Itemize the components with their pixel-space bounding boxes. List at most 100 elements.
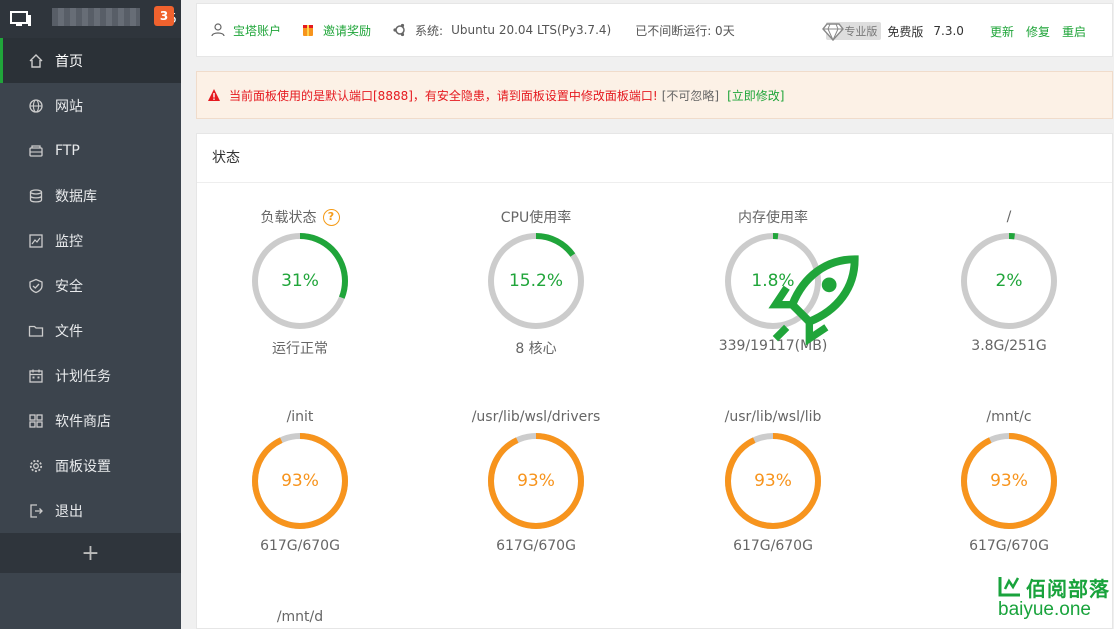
gauge-2: 内存使用率 1.8% 339/19117(MB)	[683, 208, 863, 354]
gauge-3: / 2% 3.8G/251G	[919, 208, 1099, 354]
gauge-label-text: /	[1006, 209, 1012, 225]
ubuntu-icon	[393, 23, 405, 37]
alert-ignore-note: [不可忽略]	[661, 88, 720, 103]
invite-label: 邀请奖励	[323, 23, 372, 38]
calendar-icon	[28, 368, 44, 384]
sidebar-item-label: 数据库	[55, 188, 97, 205]
gift-icon	[303, 25, 314, 36]
sidebar-item-label: 软件商店	[55, 413, 111, 430]
gauge-label: /mnt/d	[210, 608, 390, 626]
gauge-percent: 15.2%	[508, 271, 563, 291]
security-alert: 当前面板使用的是默认端口[8888]，有安全隐患，请到面板设置中修改面板端口! …	[196, 71, 1113, 119]
sidebar-item-5[interactable]: 安全	[0, 263, 181, 308]
sidebar-item-0[interactable]: 首页	[0, 38, 181, 83]
gauge-ring[interactable]: 1.8%	[722, 230, 859, 346]
shield-icon	[28, 278, 44, 294]
rocket-icon[interactable]	[764, 248, 859, 346]
notification-badge[interactable]: 3	[154, 6, 174, 26]
sidebar-item-8[interactable]: 软件商店	[0, 398, 181, 443]
pro-edition-tag[interactable]: 专业版	[822, 22, 882, 41]
sidebar-item-label: 安全	[55, 278, 83, 295]
gauge-ring[interactable]: 31%	[249, 230, 351, 332]
sidebar-item-9[interactable]: 面板设置	[0, 443, 181, 488]
sidebar-nav: 首页 网站 FTP 数据库监控安全文件计划任务软件商店面板设置退出	[0, 38, 181, 533]
gauge-percent: 31%	[281, 271, 319, 291]
update-link[interactable]: 更新	[990, 23, 1014, 40]
add-button[interactable]: +	[0, 533, 181, 573]
gauge-ring[interactable]: 15.2%	[485, 230, 587, 332]
sidebar-item-2[interactable]: FTP	[0, 128, 181, 173]
alert-message: 当前面板使用的是默认端口[8888]，有安全隐患，请到面板设置中修改面板端口!	[229, 88, 658, 103]
gauge-label-text: 负载状态	[260, 210, 317, 226]
gauge-label-text: /init	[286, 409, 314, 425]
server-header[interactable]: 35 3	[0, 0, 181, 38]
logout-icon	[28, 503, 44, 519]
gauge-ring[interactable]: 93%	[958, 430, 1060, 532]
watermark-logo: 佰阅部落 baiyue.one	[996, 573, 1110, 623]
repair-link[interactable]: 修复	[1026, 23, 1050, 40]
gauge-label: CPU使用率	[446, 208, 626, 226]
gauge-6: /usr/lib/wsl/lib 93% 617G/670G	[683, 408, 863, 554]
monitor-chart-icon	[28, 233, 44, 249]
gauge-subtext: 617G/670G	[733, 538, 813, 554]
apps-grid-icon	[28, 413, 44, 429]
system-value: Ubuntu 20.04 LTS(Py3.7.4)	[451, 23, 612, 37]
gauge-percent: 2%	[995, 271, 1023, 291]
gauge-ring[interactable]: 93%	[722, 430, 824, 532]
status-title: 状态	[197, 134, 1112, 183]
pro-edition-label: 专业版	[844, 25, 878, 38]
gauge-4: /init 93% 617G/670G	[210, 408, 390, 554]
diamond-icon	[822, 23, 845, 41]
ftp-icon	[28, 143, 44, 159]
gauge-label: /mnt/c	[919, 408, 1099, 426]
gauge-label-text: /mnt/d	[276, 609, 324, 625]
monitor-icon	[10, 11, 31, 26]
sidebar-item-1[interactable]: 网站	[0, 83, 181, 128]
sidebar-item-label: 退出	[55, 503, 83, 520]
sidebar-item-7[interactable]: 计划任务	[0, 353, 181, 398]
sidebar-item-4[interactable]: 监控	[0, 218, 181, 263]
gauge-ring[interactable]: 93%	[485, 430, 587, 532]
help-icon[interactable]: ?	[322, 208, 340, 226]
sidebar-item-10[interactable]: 退出	[0, 488, 181, 533]
gauge-label-text: /mnt/c	[986, 409, 1032, 425]
sidebar-item-label: 计划任务	[55, 368, 111, 385]
gauge-label: 负载状态?	[210, 208, 390, 226]
gauge-5: /usr/lib/wsl/drivers 93% 617G/670G	[446, 408, 626, 554]
folder-icon	[28, 323, 44, 339]
invite-link[interactable]: 邀请奖励	[301, 22, 371, 39]
gauge-percent: 93%	[990, 471, 1028, 491]
sidebar-item-3[interactable]: 数据库	[0, 173, 181, 218]
gauge-percent: 93%	[517, 471, 555, 491]
system-label: 系统:	[415, 23, 444, 38]
gauge-label: /	[919, 208, 1099, 226]
restart-link[interactable]: 重启	[1062, 23, 1086, 40]
sidebar-item-6[interactable]: 文件	[0, 308, 181, 353]
version-number: 7.3.0	[933, 24, 964, 38]
sidebar-item-label: 监控	[55, 233, 83, 250]
sidebar-item-label: FTP	[55, 142, 80, 159]
gauge-ring[interactable]: 93%	[249, 430, 351, 532]
gauge-subtext: 运行正常	[272, 341, 328, 357]
gauge-percent: 93%	[754, 471, 792, 491]
gauge-subtext: 617G/670G	[969, 538, 1049, 554]
alert-fix-link[interactable]: [立即修改]	[727, 87, 784, 104]
watermark-title: 佰阅部落	[1026, 577, 1110, 601]
account-link[interactable]: 宝塔账户	[211, 22, 281, 39]
free-edition-label: 免费版	[887, 24, 924, 39]
globe-icon	[28, 98, 44, 114]
user-icon	[211, 23, 225, 37]
status-panel: 状态 负载状态? 31% 运行正常 CPU使用率 15.2% 8 核心 内存使用率 1.8% 3…	[196, 133, 1113, 629]
gauge-label: /init	[210, 408, 390, 426]
gauge-subtext: 3.8G/251G	[971, 338, 1047, 354]
sidebar-item-label: 面板设置	[55, 458, 111, 475]
gauge-label-text: /usr/lib/wsl/lib	[724, 409, 822, 425]
gauge-0: 负载状态? 31% 运行正常	[210, 208, 390, 358]
database-icon	[28, 188, 44, 204]
gauge-1: CPU使用率 15.2% 8 核心	[446, 208, 626, 358]
gauge-ring[interactable]: 2%	[958, 230, 1060, 332]
system-info: 系统: Ubuntu 20.04 LTS(Py3.7.4)	[393, 22, 611, 39]
watermark-url: baiyue.one	[998, 599, 1091, 620]
gauge-subtext: 8 核心	[515, 341, 557, 357]
sidebar: 35 3 首页网站 FTP 数据库监控安全文件计划任务软件商店面板设置退出 +	[0, 0, 181, 629]
